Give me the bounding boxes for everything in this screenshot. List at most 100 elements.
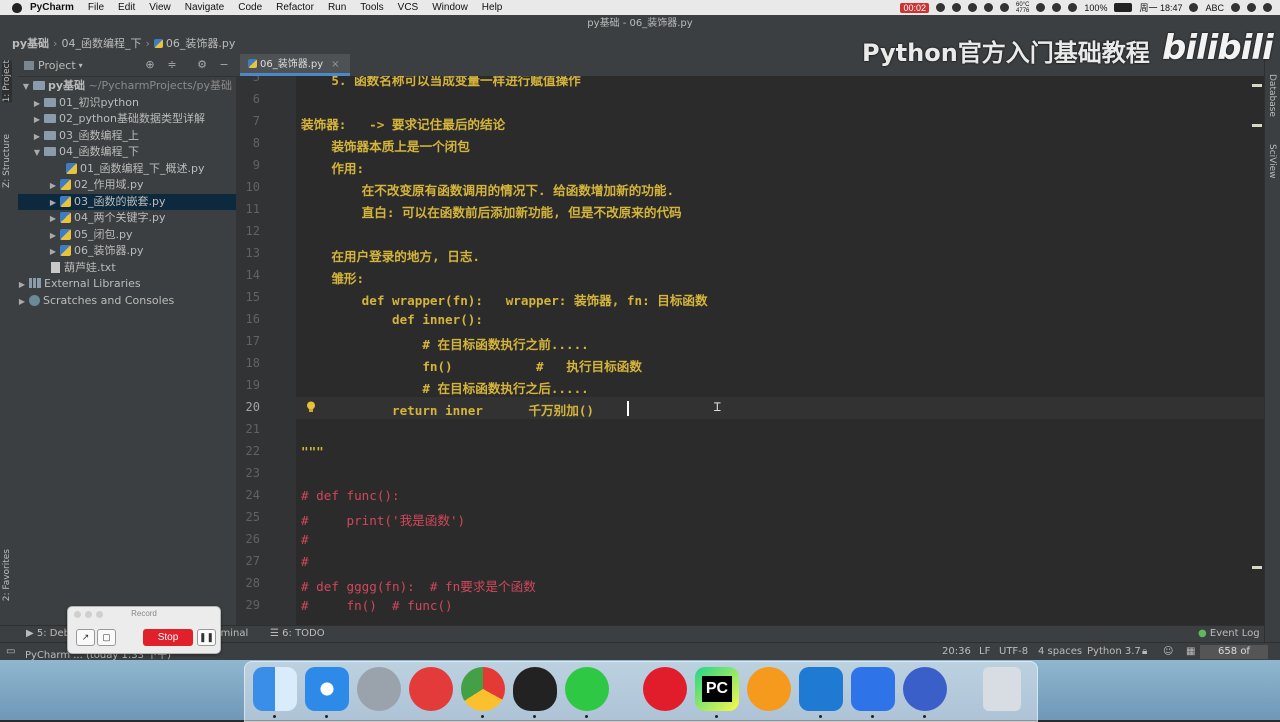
lock-icon[interactable]: 🔒︎	[1142, 646, 1147, 657]
code-line[interactable]: # 在目标函数执行之前.....	[301, 334, 588, 353]
bluetooth-icon[interactable]	[1036, 3, 1046, 12]
code-line[interactable]: #	[301, 532, 309, 547]
code-line[interactable]: 装饰器: -> 要求记住最后的结论	[301, 114, 505, 133]
hide-panel-icon[interactable]: −	[218, 59, 230, 71]
expand-arrow-icon[interactable]: ▶	[17, 294, 27, 311]
status-icon-2[interactable]	[952, 3, 962, 12]
code-line[interactable]: fn() # 执行目标函数	[301, 356, 642, 375]
code-line[interactable]: # print('我是函数')	[301, 510, 465, 529]
tree-item-file[interactable]: ▶ 04_两个关键字.py	[18, 210, 236, 227]
input-method-label[interactable]: ABC	[1205, 3, 1224, 13]
code-line[interactable]: return inner 千万别加()	[301, 400, 594, 419]
scroll-marker[interactable]	[1252, 566, 1262, 569]
structure-tool-tab[interactable]: Z: Structure	[2, 134, 12, 188]
line-separator[interactable]: LF	[979, 646, 990, 657]
menu-run[interactable]: Run	[328, 2, 346, 13]
tree-item-folder[interactable]: ▼ 04_函数编程_下	[18, 144, 236, 161]
menu-navigate[interactable]: Navigate	[185, 2, 224, 13]
spotlight-icon[interactable]	[1231, 3, 1240, 12]
favorites-tool-tab[interactable]: 2: Favorites	[2, 549, 12, 601]
code-line[interactable]: # def func():	[301, 488, 400, 503]
tree-item-folder[interactable]: ▶ 01_初识python	[18, 95, 236, 112]
tree-item-file[interactable]: 葫芦娃.txt	[18, 260, 236, 277]
status-icon-3[interactable]	[984, 3, 994, 12]
expand-arrow-icon[interactable]: ▶	[32, 96, 42, 113]
code-line[interactable]: # fn() # func()	[301, 598, 453, 613]
menu-view[interactable]: View	[149, 2, 171, 13]
menu-edit[interactable]: Edit	[118, 2, 135, 13]
input-method-icon[interactable]	[1189, 3, 1199, 12]
expand-arrow-icon[interactable]: ▶	[48, 244, 58, 261]
project-panel-title[interactable]: Project	[38, 59, 76, 72]
code-line[interactable]: 5. 函数名称可以当成变量一样进行赋值操作	[301, 76, 580, 89]
apple-icon[interactable]	[12, 2, 22, 13]
volume-icon[interactable]	[1068, 3, 1078, 12]
code-line[interactable]: 在用户登录的地方, 日志.	[301, 246, 480, 265]
breadcrumb-project[interactable]: py基础	[12, 35, 49, 51]
menu-app-name[interactable]: PyCharm	[30, 2, 74, 13]
battery-icon[interactable]	[1114, 3, 1133, 12]
lightning-app-icon[interactable]	[903, 667, 947, 711]
gear-icon[interactable]: ⚙	[196, 59, 208, 71]
scroll-marker[interactable]	[1252, 124, 1262, 127]
code-line[interactable]: 雏形:	[301, 268, 364, 287]
safari-icon[interactable]	[305, 667, 349, 711]
todo-tool-button[interactable]: ☰ 6: TODO	[270, 628, 325, 639]
menu-tools[interactable]: Tools	[360, 2, 383, 13]
wechat-status-icon[interactable]	[968, 3, 978, 12]
opera-icon[interactable]	[643, 667, 687, 711]
netease-music-icon[interactable]	[409, 667, 453, 711]
code-line[interactable]: #	[301, 554, 309, 569]
menu-vcs[interactable]: VCS	[398, 2, 419, 13]
launchpad-icon[interactable]	[357, 667, 401, 711]
status-icon-4[interactable]	[1000, 3, 1010, 12]
expand-arrow-icon[interactable]: ▶	[48, 228, 58, 245]
menu-window[interactable]: Window	[432, 2, 468, 13]
tree-item-folder[interactable]: ▶ 03_函数编程_上	[18, 128, 236, 145]
expand-arrow-icon[interactable]: ▶	[17, 277, 27, 294]
pause-icon[interactable]: ❚❚	[197, 629, 216, 646]
code-line[interactable]: def inner():	[301, 312, 483, 327]
event-log-button[interactable]: ● Event Log	[1198, 628, 1260, 639]
chevron-down-icon[interactable]: ▾	[79, 61, 83, 70]
expand-arrow-icon[interactable]: ▼	[32, 145, 42, 162]
code-line[interactable]: 装饰器本质上是一个闭包	[301, 136, 470, 155]
tree-item-file[interactable]: ▶ 05_闭包.py	[18, 227, 236, 244]
menu-code[interactable]: Code	[238, 2, 262, 13]
code-line[interactable]: 在不改变原有函数调用的情况下. 给函数增加新的功能.	[301, 180, 674, 199]
menu-help[interactable]: Help	[482, 2, 503, 13]
status-icon-1[interactable]	[936, 3, 946, 12]
breadcrumb-folder[interactable]: 04_函数编程_下	[61, 35, 141, 51]
wps-icon[interactable]	[851, 667, 895, 711]
code-line[interactable]: # def gggg(fn): # fn要求是个函数	[301, 576, 536, 595]
media-player-icon[interactable]	[747, 667, 791, 711]
expand-arrow-icon[interactable]: ▶	[48, 211, 58, 228]
menu-file[interactable]: File	[88, 2, 104, 13]
collapse-all-icon[interactable]: ≑	[166, 59, 178, 71]
code-line[interactable]: 直白: 可以在函数前后添加新功能, 但是不改原来的代码	[301, 202, 682, 221]
tree-item-scratches[interactable]: ▶ Scratches and Consoles	[18, 293, 236, 310]
annotate-pen-icon[interactable]: ↗	[76, 629, 95, 646]
notification-center-icon[interactable]	[1263, 3, 1272, 12]
cpu-temp-readout[interactable]: 60°C 4776	[1016, 2, 1029, 14]
close-icon[interactable]: ×	[331, 59, 339, 70]
wifi-icon[interactable]	[1052, 3, 1062, 12]
code-editor[interactable]: 5 6 7 8 9 10 11 12 13 14 15 16 17 18 19 20 21 22 23 24 25 26 2…	[236, 76, 1264, 625]
tree-item-file-selected[interactable]: ▶ 03_函数的嵌套.py	[18, 193, 236, 210]
chrome-icon[interactable]	[461, 667, 505, 711]
tree-item-folder[interactable]: ▶ 02_python基础数据类型详解	[18, 111, 236, 128]
qq-icon[interactable]	[513, 667, 557, 711]
editor-tab-active[interactable]: 06_装饰器.py ×	[240, 54, 350, 76]
battery-percent[interactable]: 100%	[1084, 3, 1107, 13]
sciview-tool-tab[interactable]: SciView	[1267, 144, 1277, 179]
vscode-icon[interactable]	[799, 667, 843, 711]
inspection-icon[interactable]: ☺	[1163, 646, 1173, 657]
tree-item-root[interactable]: ▼ py基础 ~/PycharmProjects/py基础	[18, 78, 236, 95]
status-toggle-icon[interactable]: ▭	[6, 646, 15, 657]
menu-refactor[interactable]: Refactor	[276, 2, 314, 13]
finder-icon[interactable]	[253, 667, 297, 711]
trash-icon[interactable]	[983, 667, 1021, 711]
python-interpreter[interactable]: Python 3.7	[1087, 646, 1141, 657]
breadcrumb-file[interactable]: 06_装饰器.py	[166, 35, 236, 51]
indent-setting[interactable]: 4 spaces	[1038, 646, 1082, 657]
